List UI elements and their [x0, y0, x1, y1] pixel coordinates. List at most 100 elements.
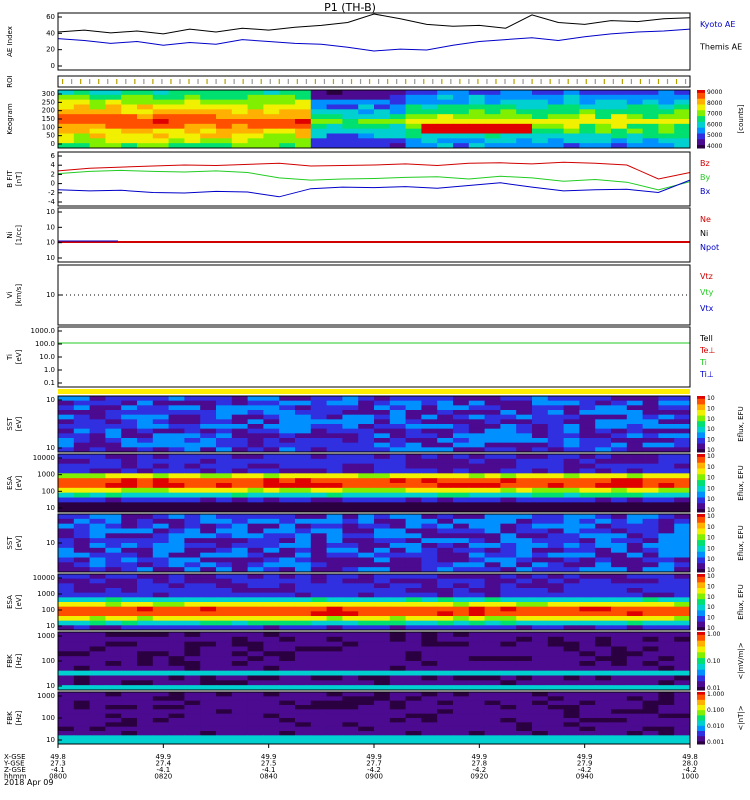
- heatmap-cell: [579, 463, 596, 469]
- heatmap-cell: [89, 514, 106, 520]
- heatmap-cell: [216, 458, 233, 465]
- heatmap-cell: [421, 574, 438, 580]
- heatmap-cell: [137, 651, 154, 657]
- heatmap-cell: [137, 602, 154, 608]
- heatmap-cell: [389, 632, 407, 638]
- colorbar-tick-label: 0.100: [707, 707, 724, 714]
- heatmap-cell: [437, 726, 454, 732]
- heatmap-cell: [216, 651, 233, 657]
- heatmap-cell: [89, 396, 106, 402]
- heatmap-cell: [231, 700, 249, 706]
- roi-tick: [459, 79, 461, 84]
- heatmap-cell: [595, 632, 612, 638]
- heatmap-cell: [200, 410, 217, 416]
- heatmap-cell: [626, 543, 644, 549]
- heatmap-cell: [73, 680, 91, 686]
- heatmap-cell: [216, 414, 233, 420]
- heatmap-cell: [279, 514, 296, 520]
- heatmap-cell: [58, 468, 75, 474]
- heatmap-cell: [279, 543, 296, 549]
- legend-entry: Vty: [700, 288, 714, 297]
- heatmap-cell: [152, 606, 170, 612]
- heatmap-cell: [437, 574, 454, 580]
- colorbar-segment: [697, 569, 705, 573]
- heatmap-cell: [468, 433, 486, 439]
- heatmap-cell: [184, 114, 201, 120]
- heatmap-cell: [674, 528, 691, 534]
- y-tick-label: 1000: [37, 692, 55, 700]
- heatmap-cell: [263, 597, 280, 603]
- heatmap-cell: [389, 497, 407, 503]
- heatmap-cell: [89, 675, 106, 681]
- heatmap-cell: [389, 597, 407, 603]
- heatmap-cell: [73, 562, 91, 568]
- colorbar-segment: [697, 632, 705, 636]
- heatmap-cell: [105, 478, 122, 484]
- heatmap-cell: [389, 675, 407, 681]
- heatmap-cell: [516, 651, 533, 657]
- heatmap-cell: [374, 133, 391, 139]
- heatmap-cell: [216, 670, 233, 676]
- roi-tick: [558, 79, 560, 84]
- heatmap-cell: [200, 138, 217, 144]
- heatmap-cell: [437, 656, 454, 662]
- heatmap-cell: [437, 405, 454, 411]
- heatmap-cell: [200, 552, 217, 558]
- heatmap-cell: [231, 414, 249, 420]
- colorbar-tick-label: 10: [707, 535, 715, 542]
- colorbar-tick-label: 10: [707, 464, 715, 471]
- heatmap-cell: [73, 128, 91, 134]
- heatmap-cell: [89, 473, 106, 479]
- heatmap-cell: [247, 428, 264, 434]
- heatmap-cell: [168, 602, 185, 608]
- heatmap-cell: [389, 651, 407, 657]
- roi-tick: [666, 79, 669, 84]
- heatmap-cell: [516, 616, 533, 622]
- heatmap-cell: [310, 410, 328, 416]
- heatmap-cell: [184, 487, 201, 494]
- heatmap-cell: [73, 492, 91, 498]
- heatmap-cell: [389, 433, 407, 439]
- colorbar-segment: [697, 531, 705, 535]
- heatmap-cell: [200, 428, 217, 434]
- heatmap-cell: [326, 433, 343, 439]
- heatmap-cell: [310, 588, 328, 594]
- heatmap-cell: [405, 574, 422, 580]
- heatmap-cell: [231, 438, 249, 444]
- heatmap-cell: [263, 463, 280, 469]
- roi-tick: [414, 79, 416, 84]
- heatmap-cell: [626, 661, 644, 667]
- heatmap-cell: [626, 731, 644, 736]
- heatmap-cell: [137, 611, 154, 617]
- heatmap-cell: [121, 438, 138, 444]
- heatmap-cell: [184, 606, 201, 612]
- heatmap-cell: [263, 123, 280, 130]
- heatmap-cell: [658, 578, 675, 584]
- colorbar-segment: [697, 675, 705, 679]
- heatmap-cell: [500, 128, 517, 134]
- roi-tick: [143, 79, 145, 84]
- heatmap-cell: [184, 518, 201, 525]
- heatmap-cell: [58, 523, 75, 529]
- heatmap-cell: [642, 616, 659, 622]
- heatmap-cell: [358, 400, 375, 406]
- heatmap-cell: [595, 473, 612, 479]
- heatmap-cell: [200, 528, 217, 534]
- heatmap-cell: [626, 651, 644, 657]
- colorbar-segment: [697, 678, 705, 682]
- heatmap-cell: [437, 138, 454, 144]
- colorbar-segment: [697, 563, 705, 567]
- heatmap-cell: [89, 636, 106, 643]
- heatmap-cell: [374, 492, 391, 498]
- heatmap-cell: [453, 592, 470, 598]
- heatmap-cell: [484, 726, 501, 732]
- heatmap-cell: [674, 94, 691, 101]
- roi-tick: [684, 79, 687, 84]
- heatmap-cell: [279, 483, 296, 489]
- heatmap-cell: [374, 109, 391, 115]
- heatmap-cell: [295, 574, 312, 580]
- heatmap-cell: [295, 410, 312, 416]
- heatmap-cell: [279, 419, 296, 425]
- heatmap-cell: [326, 656, 343, 662]
- heatmap-cell: [547, 502, 565, 508]
